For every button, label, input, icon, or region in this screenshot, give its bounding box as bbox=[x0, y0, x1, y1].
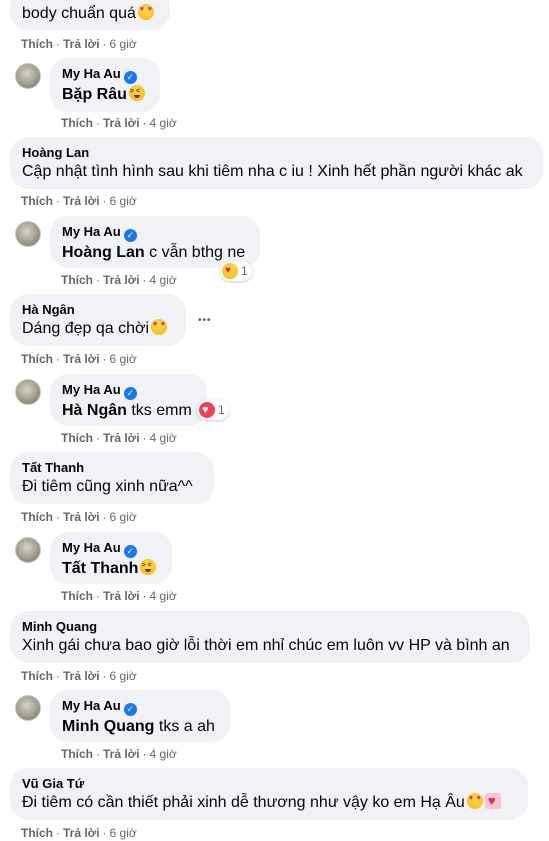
avatar[interactable] bbox=[15, 221, 41, 247]
like-link[interactable]: Thích bbox=[61, 747, 93, 761]
comment-time[interactable]: 4 giờ bbox=[150, 589, 177, 603]
heart-eyes-emoji-icon bbox=[151, 319, 168, 335]
like-link[interactable]: Thích bbox=[61, 589, 93, 603]
reply-link[interactable]: Trả lời bbox=[103, 589, 140, 603]
reply-link[interactable]: Trả lời bbox=[63, 510, 100, 524]
like-link[interactable]: Thích bbox=[21, 669, 53, 683]
comment-bubble: Minh Quang Xinh gái chưa bao giờ lỗi thờ… bbox=[10, 611, 530, 663]
verified-badge-icon: ✓ bbox=[123, 229, 137, 242]
commenter-name[interactable]: Vũ Gia Tứ bbox=[22, 775, 516, 792]
reply-link[interactable]: Trả lời bbox=[103, 273, 140, 287]
comment-time[interactable]: 6 giờ bbox=[110, 352, 137, 366]
like-link[interactable]: Thích bbox=[21, 352, 53, 366]
comment-actions: Thích · Trả lời · 4 giờ bbox=[61, 747, 177, 761]
comment-bubble: My Ha Au ✓ Bặp Râu bbox=[50, 58, 160, 112]
mention-link[interactable]: Hà Ngân bbox=[62, 402, 127, 419]
comment-bubble: Vũ Gia Tứ Đi tiêm có cần thiết phải xinh… bbox=[10, 768, 528, 820]
comment-text: body chuẩn quá bbox=[22, 5, 136, 22]
comment-time[interactable]: 4 giờ bbox=[150, 747, 177, 761]
reply-link[interactable]: Trả lời bbox=[103, 116, 140, 130]
commenter-name[interactable]: My Ha Au bbox=[62, 224, 121, 239]
comment-actions: Thích · Trả lời · 6 giờ bbox=[21, 669, 137, 683]
like-link[interactable]: Thích bbox=[21, 37, 53, 51]
comment-actions: Thích · Trả lời · 6 giờ bbox=[21, 510, 137, 524]
comment-time[interactable]: 6 giờ bbox=[110, 37, 137, 51]
reply-link[interactable]: Trả lời bbox=[63, 352, 100, 366]
commenter-name[interactable]: My Ha Au bbox=[62, 540, 121, 555]
comment-actions: Thích · Trả lời · 4 giờ bbox=[61, 589, 177, 603]
more-options-icon[interactable]: ••• bbox=[198, 316, 212, 326]
commenter-name[interactable]: My Ha Au bbox=[62, 66, 121, 81]
comment-time[interactable]: 4 giờ bbox=[150, 431, 177, 445]
comment-text: Đi tiêm có cần thiết phải xinh dễ thương… bbox=[22, 794, 465, 811]
comment-text: tks a ah bbox=[154, 718, 215, 735]
like-link[interactable]: Thích bbox=[61, 116, 93, 130]
comment-actions: Thích · Trả lời · 4 giờ bbox=[61, 431, 177, 445]
comment-time[interactable]: 4 giờ bbox=[150, 116, 177, 130]
comment-text: Xinh gái chưa bao giờ lỗi thời em nhỉ ch… bbox=[22, 637, 510, 654]
comment-time[interactable]: 6 giờ bbox=[110, 510, 137, 524]
comment-time[interactable]: 6 giờ bbox=[110, 826, 137, 840]
mention-link[interactable]: Hoàng Lan bbox=[62, 244, 145, 261]
commenter-name[interactable]: Hoàng Lan bbox=[22, 144, 531, 161]
reply-link[interactable]: Trả lời bbox=[63, 826, 100, 840]
comment-text: tks emm bbox=[126, 402, 192, 419]
comment-bubble: Hà Ngân Dáng đẹp qa chời bbox=[10, 294, 186, 346]
comment-actions: Thích · Trả lời · 4 giờ bbox=[61, 116, 177, 130]
reaction-count[interactable]: 1 bbox=[220, 261, 252, 281]
reply-link[interactable]: Trả lời bbox=[63, 194, 100, 208]
comment-bubble: My Ha Au ✓ Minh Quang tks a ah bbox=[50, 690, 230, 742]
reply-link[interactable]: Trả lời bbox=[63, 37, 100, 51]
commenter-name[interactable]: My Ha Au bbox=[62, 382, 121, 397]
squint-laugh-emoji-icon bbox=[140, 559, 157, 575]
comment-text: Dáng đẹp qa chời bbox=[22, 320, 150, 337]
like-link[interactable]: Thích bbox=[61, 431, 93, 445]
comment-bubble: My Ha Au ✓ Tất Thanh bbox=[50, 532, 172, 584]
comment-bubble: My Ha Au ✓ Hà Ngân tks emm bbox=[50, 374, 207, 426]
heart-eyes-emoji-icon bbox=[137, 4, 154, 20]
love-reaction-icon bbox=[199, 402, 215, 418]
commenter-name[interactable]: Minh Quang bbox=[22, 618, 518, 635]
commenter-name[interactable]: Hà Ngân bbox=[22, 301, 174, 318]
avatar[interactable] bbox=[15, 537, 41, 563]
comment-time[interactable]: 6 giờ bbox=[110, 669, 137, 683]
reply-link[interactable]: Trả lời bbox=[63, 669, 100, 683]
care-reaction-icon bbox=[222, 263, 238, 279]
avatar[interactable] bbox=[15, 695, 41, 721]
comment-time[interactable]: 4 giờ bbox=[150, 273, 177, 287]
comment-actions: Thích · Trả lời · 4 giờ bbox=[61, 273, 177, 287]
comment-actions: Thích · Trả lời · 6 giờ bbox=[21, 194, 137, 208]
like-link[interactable]: Thích bbox=[21, 826, 53, 840]
like-link[interactable]: Thích bbox=[61, 273, 93, 287]
verified-badge-icon: ✓ bbox=[123, 703, 137, 716]
comment-text: c vẫn bthg ne bbox=[144, 244, 246, 261]
mention-link[interactable]: Tất Thanh bbox=[62, 560, 138, 577]
heart-decoration-emoji-icon bbox=[484, 793, 501, 809]
mention-link[interactable]: Minh Quang bbox=[62, 718, 154, 735]
comment-bubble: Hoàng Lan Cập nhật tình hình sau khi tiê… bbox=[10, 137, 543, 189]
reply-link[interactable]: Trả lời bbox=[103, 431, 140, 445]
like-link[interactable]: Thích bbox=[21, 194, 53, 208]
squint-laugh-emoji-icon bbox=[128, 85, 145, 101]
verified-badge-icon: ✓ bbox=[123, 387, 137, 400]
avatar[interactable] bbox=[15, 63, 41, 89]
comment-text: Cập nhật tình hình sau khi tiêm nha c iu… bbox=[22, 163, 523, 180]
commenter-name[interactable]: Tất Thanh bbox=[22, 459, 202, 476]
comment-text: Đi tiêm cũng xinh nữa^^ bbox=[22, 478, 193, 495]
reply-link[interactable]: Trả lời bbox=[103, 747, 140, 761]
mention-link[interactable]: Bặp Râu bbox=[62, 86, 127, 103]
comment-bubble: Tất Thanh Đi tiêm cũng xinh nữa^^ bbox=[10, 452, 214, 504]
avatar[interactable] bbox=[15, 379, 41, 405]
comment-actions: Thích · Trả lời · 6 giờ bbox=[21, 37, 137, 51]
verified-badge-icon: ✓ bbox=[123, 545, 137, 558]
comment-actions: Thích · Trả lời · 6 giờ bbox=[21, 352, 137, 366]
comment-bubble: body chuẩn quá bbox=[10, 0, 170, 30]
like-link[interactable]: Thích bbox=[21, 510, 53, 524]
verified-badge-icon: ✓ bbox=[123, 71, 137, 84]
comment-actions: Thích · Trả lời · 6 giờ bbox=[21, 826, 137, 840]
commenter-name[interactable]: My Ha Au bbox=[62, 698, 121, 713]
comment-time[interactable]: 6 giờ bbox=[110, 194, 137, 208]
heart-eyes-emoji-icon bbox=[466, 793, 483, 809]
reaction-count[interactable]: 1 bbox=[197, 400, 229, 420]
